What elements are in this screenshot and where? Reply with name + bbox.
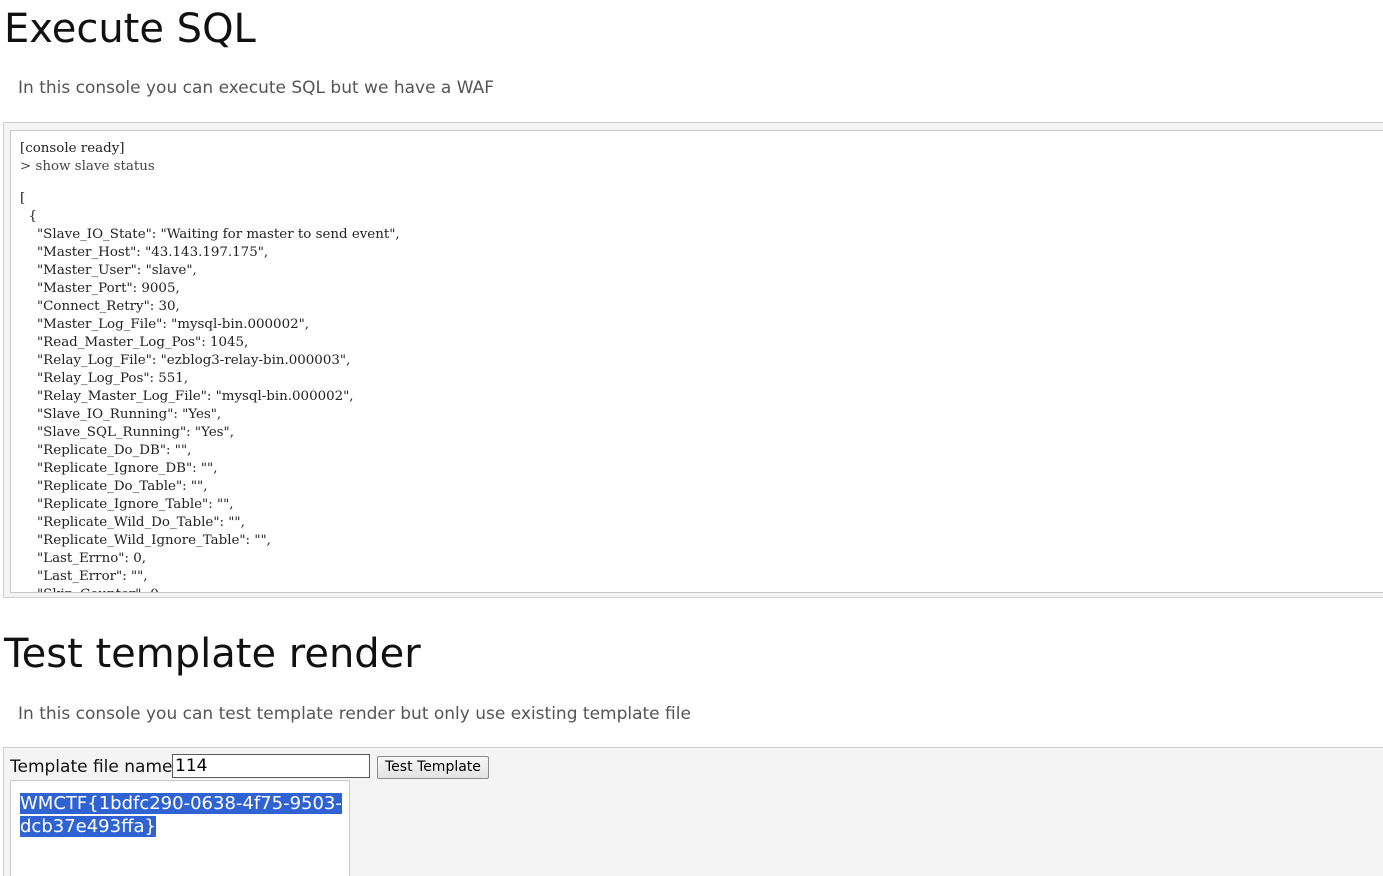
console-output-line: "Relay_Master_Log_File": "mysql-bin.0000… xyxy=(20,389,354,404)
console-output-line: "Slave_IO_Running": "Yes", xyxy=(20,407,222,422)
console-output-line: "Slave_SQL_Running": "Yes", xyxy=(20,425,234,440)
console-output-line: [ xyxy=(20,191,26,206)
template-file-input[interactable]: 114 xyxy=(172,754,370,778)
console-output-line: "Connect_Retry": 30, xyxy=(20,299,180,314)
execute-sql-subtitle: In this console you can execute SQL but … xyxy=(18,78,495,98)
console-output-line: "Master_Log_File": "mysql-bin.000002", xyxy=(20,317,310,332)
test-template-button[interactable]: Test Template xyxy=(377,756,489,779)
console-result: [ { "Slave_IO_State": "Waiting for maste… xyxy=(20,190,1383,592)
console-output-line: { xyxy=(20,209,38,224)
console-output-line: "Last_Errno": 0, xyxy=(20,551,146,566)
test-template-subtitle: In this console you can test template re… xyxy=(18,704,691,724)
console-output-line: "Replicate_Do_DB": "", xyxy=(20,443,192,458)
console-output-line: "Replicate_Wild_Ignore_Table": "", xyxy=(20,533,271,548)
page: Execute SQL In this console you can exec… xyxy=(0,0,1383,876)
rendered-flag-line-2: dcb37e493ffa} xyxy=(20,816,156,837)
execute-sql-heading: Execute SQL xyxy=(4,6,256,52)
template-render-output[interactable]: WMCTF{1bdfc290-0638-4f75-9503- dcb37e493… xyxy=(10,780,350,876)
console-status-line: [console ready] xyxy=(20,141,125,156)
rendered-flag-line-1: WMCTF{1bdfc290-0638-4f75-9503- xyxy=(20,793,342,814)
sql-console-output[interactable]: [console ready] > show slave status [ { … xyxy=(10,130,1383,593)
template-file-label: Template file name: xyxy=(10,757,179,777)
console-output-line: "Relay_Log_Pos": 551, xyxy=(20,371,189,386)
console-output-line: "Skip_Counter": 0, xyxy=(20,586,1383,592)
test-template-heading: Test template render xyxy=(4,631,421,677)
console-prompt-line: > show slave status xyxy=(20,159,155,174)
console-output-line: "Slave_IO_State": "Waiting for master to… xyxy=(20,227,400,242)
console-output-line: "Master_Port": 9005, xyxy=(20,281,180,296)
console-output-line: "Replicate_Do_Table": "", xyxy=(20,479,208,494)
console-output-line: "Replicate_Wild_Do_Table": "", xyxy=(20,515,245,530)
template-panel: Template file name: 114 Test Template WM… xyxy=(3,747,1383,876)
sql-console-panel: [console ready] > show slave status [ { … xyxy=(3,122,1383,598)
console-output-line: "Replicate_Ignore_DB": "", xyxy=(20,461,218,476)
console-output-line: "Read_Master_Log_Pos": 1045, xyxy=(20,335,249,350)
console-output-line: "Relay_Log_File": "ezblog3-relay-bin.000… xyxy=(20,353,351,368)
console-output-line: "Replicate_Ignore_Table": "", xyxy=(20,497,234,512)
console-output-line: "Last_Error": "", xyxy=(20,569,148,584)
console-output-line: "Master_User": "slave", xyxy=(20,263,197,278)
console-output-line: "Master_Host": "43.143.197.175", xyxy=(20,245,269,260)
